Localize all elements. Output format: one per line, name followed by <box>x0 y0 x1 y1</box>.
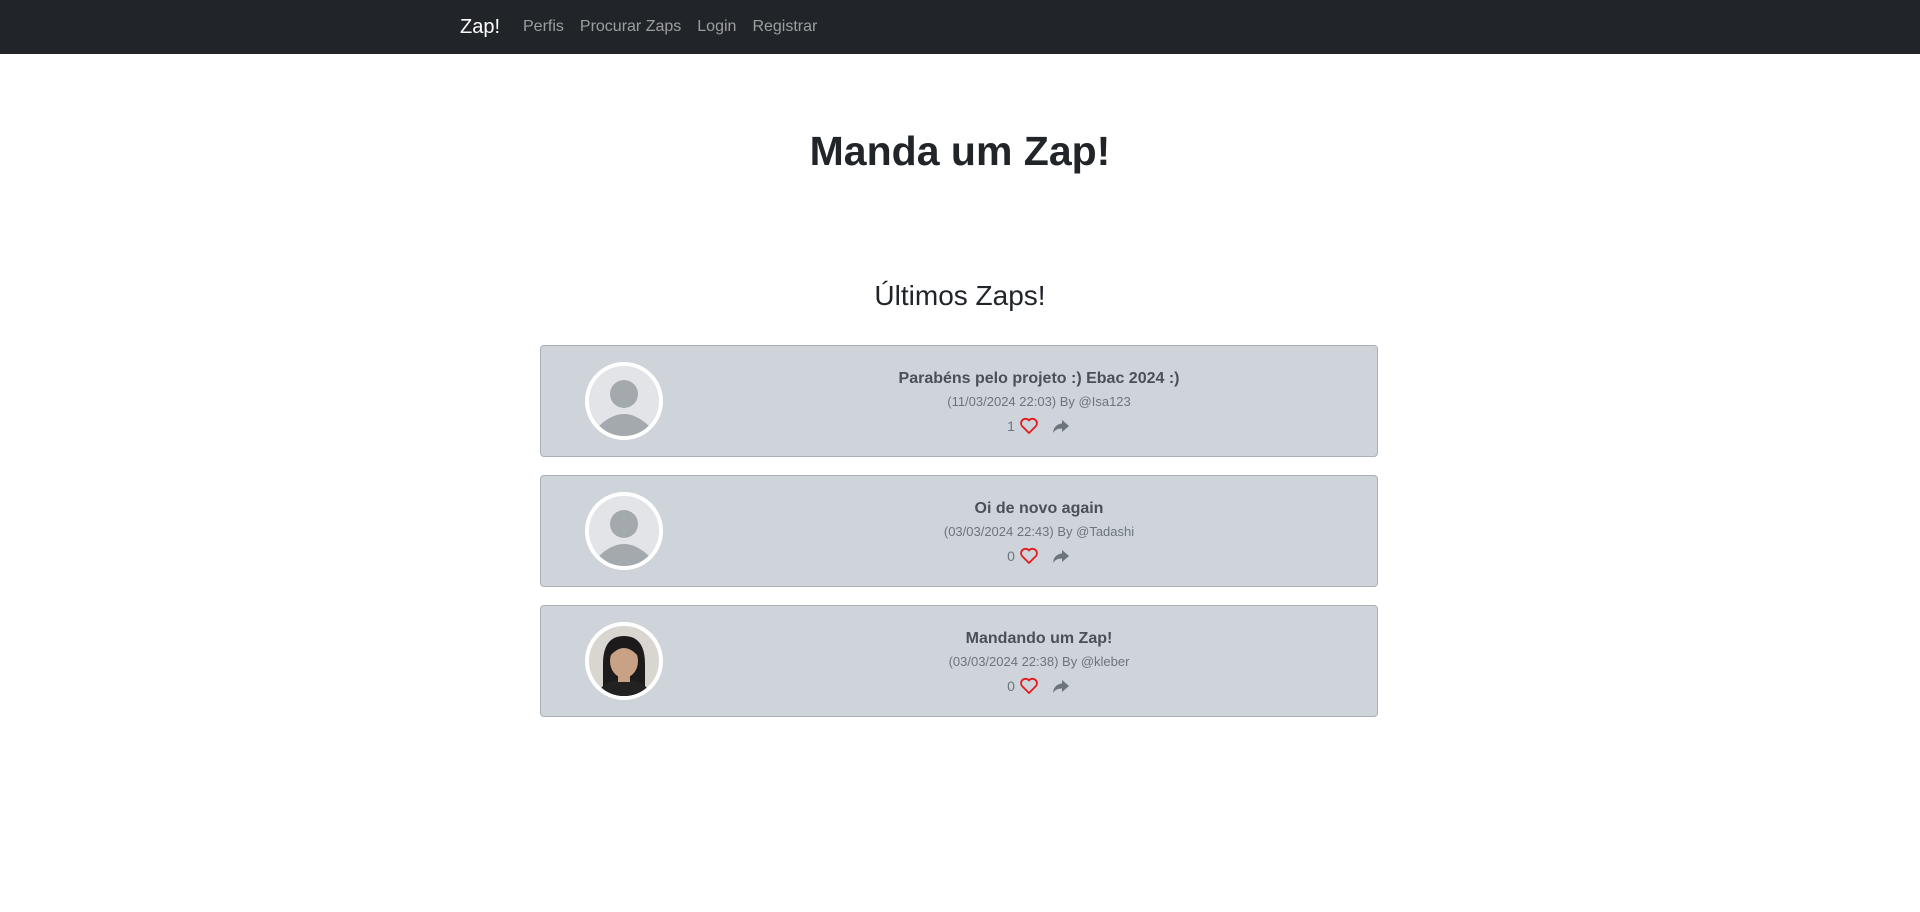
heart-icon[interactable] <box>1019 546 1039 566</box>
zap-card: Oi de novo again (03/03/2024 22:43) By @… <box>540 475 1378 587</box>
heart-icon[interactable] <box>1019 676 1039 696</box>
like-count: 0 <box>1007 548 1015 564</box>
share-icon[interactable] <box>1051 676 1071 696</box>
page-title: Manda um Zap! <box>809 128 1111 174</box>
user-photo <box>585 622 663 700</box>
zap-actions: 0 <box>701 544 1377 568</box>
heart-icon[interactable] <box>1019 416 1039 436</box>
zap-actions: 1 <box>701 414 1377 438</box>
share-icon[interactable] <box>1051 416 1071 436</box>
zap-meta: (03/03/2024 22:38) By @kleber <box>948 654 1130 669</box>
zap-actions: 0 <box>701 674 1377 698</box>
navbar: Zap! Perfis Procurar Zaps Login Registra… <box>0 0 1920 54</box>
nav-link-perfis[interactable]: Perfis <box>523 16 564 38</box>
zap-card: Mandando um Zap! (03/03/2024 22:38) By @… <box>540 605 1378 717</box>
zap-meta: (11/03/2024 22:03) By @Isa123 <box>947 394 1131 409</box>
zap-card: Parabéns pelo projeto :) Ebac 2024 :) (1… <box>540 345 1378 457</box>
nav-link-registrar[interactable]: Registrar <box>752 16 817 38</box>
nav-links: Perfis Procurar Zaps Login Registrar <box>523 16 817 38</box>
zap-meta: (03/03/2024 22:43) By @Tadashi <box>943 524 1135 539</box>
zap-text: Parabéns pelo projeto :) Ebac 2024 :) <box>898 370 1180 387</box>
default-avatar-icon <box>585 362 663 440</box>
nav-link-procurar-zaps[interactable]: Procurar Zaps <box>580 16 681 38</box>
nav-link-login[interactable]: Login <box>697 16 736 38</box>
default-avatar-icon <box>585 492 663 570</box>
share-icon[interactable] <box>1051 546 1071 566</box>
zap-content: Parabéns pelo projeto :) Ebac 2024 :) (1… <box>701 368 1377 438</box>
zap-text: Oi de novo again <box>974 500 1104 517</box>
section-title: Últimos Zaps! <box>874 280 1046 311</box>
brand-link[interactable]: Zap! <box>460 14 500 40</box>
zap-content: Oi de novo again (03/03/2024 22:43) By @… <box>701 498 1377 568</box>
zap-text: Mandando um Zap! <box>965 630 1113 647</box>
like-count: 0 <box>1007 678 1015 694</box>
zap-content: Mandando um Zap! (03/03/2024 22:38) By @… <box>701 628 1377 698</box>
like-count: 1 <box>1007 418 1015 434</box>
